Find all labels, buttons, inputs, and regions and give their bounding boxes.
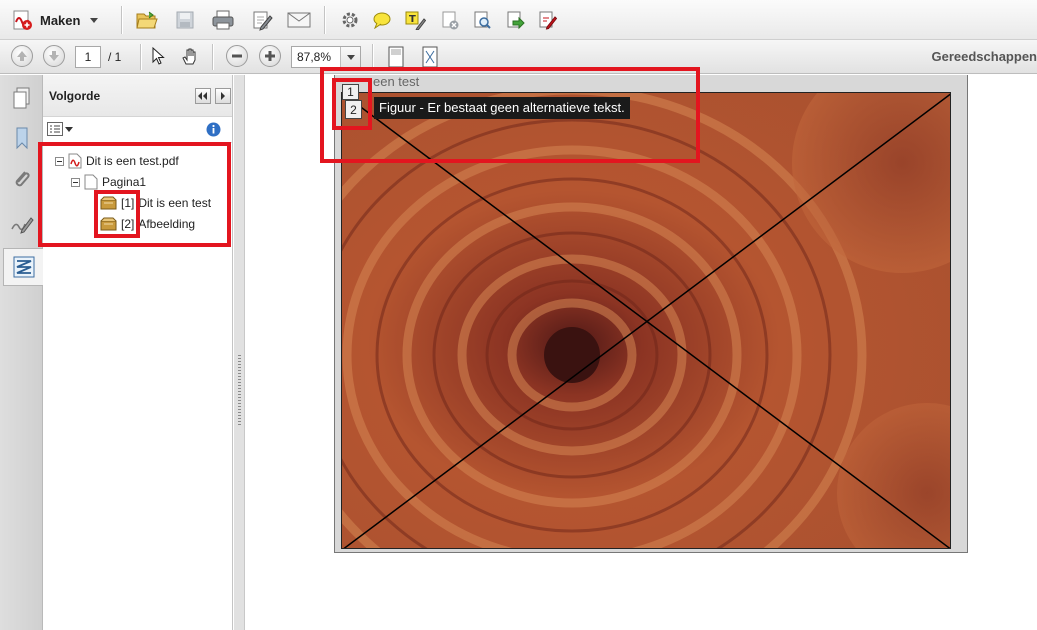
next-page-button[interactable] xyxy=(43,45,65,67)
printer-icon xyxy=(212,10,234,30)
main-toolbar: Maken T xyxy=(0,0,1037,40)
pencil-document-icon xyxy=(253,11,273,31)
zoom-dropdown-button[interactable] xyxy=(340,47,360,67)
comment-button[interactable] xyxy=(370,8,394,32)
arrow-down-icon xyxy=(49,51,59,61)
highlight-box-document-tags xyxy=(320,67,700,163)
save-icon xyxy=(176,11,194,29)
zoom-select[interactable]: 87,8% xyxy=(291,46,361,68)
zoom-out-button[interactable] xyxy=(226,45,248,67)
bookmarks-button[interactable] xyxy=(3,119,41,157)
page-sign-icon xyxy=(539,11,557,30)
toolbar-divider xyxy=(324,6,325,34)
reading-order-icon xyxy=(13,256,35,278)
signature-pen-icon xyxy=(11,217,34,234)
order-panel-header: Volgorde xyxy=(43,75,232,117)
folder-open-icon xyxy=(136,11,158,29)
page-thumbnails-button[interactable] xyxy=(3,79,41,117)
options-menu-button[interactable] xyxy=(47,122,73,136)
page-search-icon xyxy=(474,11,491,29)
panel-options-bar xyxy=(43,117,232,143)
save-button[interactable] xyxy=(172,8,198,32)
expand-panel-button[interactable] xyxy=(215,88,231,104)
print-button[interactable] xyxy=(209,8,237,32)
create-pdf-icon xyxy=(13,10,32,30)
zoom-value: 87,8% xyxy=(297,50,332,64)
delete-page-button[interactable] xyxy=(438,8,462,32)
open-button[interactable] xyxy=(134,8,160,32)
export-button[interactable] xyxy=(503,8,527,32)
hand-tool-button[interactable] xyxy=(178,45,202,67)
navigation-rail xyxy=(0,75,44,630)
sign-button[interactable] xyxy=(535,8,559,32)
create-menu-button[interactable]: Maken xyxy=(10,8,99,32)
create-menu-label: Maken xyxy=(40,12,81,28)
minus-icon xyxy=(232,54,242,58)
text-highlight-button[interactable]: T xyxy=(402,8,428,32)
expand-arrows-icon xyxy=(422,46,438,68)
text-tool-icon: T xyxy=(405,11,426,30)
search-page-button[interactable] xyxy=(470,8,494,32)
highlight-box-indices xyxy=(94,190,140,238)
cursor-arrow-icon xyxy=(152,46,165,65)
bookmark-icon xyxy=(16,127,28,150)
highlight-box-tag-numbers xyxy=(332,78,372,130)
double-chevron-left-icon xyxy=(198,92,207,100)
envelope-icon xyxy=(287,12,311,28)
previous-page-button[interactable] xyxy=(11,45,33,67)
zoom-in-button[interactable] xyxy=(259,45,281,67)
pages-icon xyxy=(13,87,30,109)
edit-document-button[interactable] xyxy=(248,8,276,32)
fit-page-icon xyxy=(388,46,404,68)
toolbar-divider xyxy=(212,44,213,70)
toolbar-divider xyxy=(121,6,122,34)
signatures-button[interactable] xyxy=(3,205,41,243)
panel-splitter[interactable] xyxy=(234,75,245,630)
svg-text:T: T xyxy=(409,14,416,25)
speech-bubble-icon xyxy=(373,12,391,29)
splitter-grip[interactable] xyxy=(238,355,241,425)
order-panel-button[interactable] xyxy=(3,248,44,286)
collapse-panel-button[interactable] xyxy=(195,88,211,104)
chevron-down-icon xyxy=(90,17,99,23)
tools-pane-button[interactable]: Gereedschappen xyxy=(932,49,1037,64)
chevron-down-icon xyxy=(65,126,73,132)
info-button[interactable] xyxy=(206,122,221,140)
page-delete-icon xyxy=(442,11,459,30)
select-tool-button[interactable] xyxy=(147,45,169,67)
toolbar-divider xyxy=(140,44,141,70)
chevron-right-icon xyxy=(221,92,225,100)
options-list-icon xyxy=(47,122,63,136)
attachments-button[interactable] xyxy=(3,161,41,199)
page-count: / 1 xyxy=(108,50,122,64)
info-icon xyxy=(206,122,221,137)
panel-title: Volgorde xyxy=(49,89,101,103)
page-export-icon xyxy=(507,11,525,30)
arrow-up-icon xyxy=(17,51,27,61)
email-button[interactable] xyxy=(285,8,313,32)
plus-icon xyxy=(265,51,275,61)
paperclip-icon xyxy=(15,171,30,187)
chevron-down-icon xyxy=(346,54,355,60)
hand-icon xyxy=(182,48,196,65)
settings-button[interactable] xyxy=(338,8,362,32)
gear-icon xyxy=(342,12,358,28)
page-number-input[interactable]: 1 xyxy=(75,46,101,68)
